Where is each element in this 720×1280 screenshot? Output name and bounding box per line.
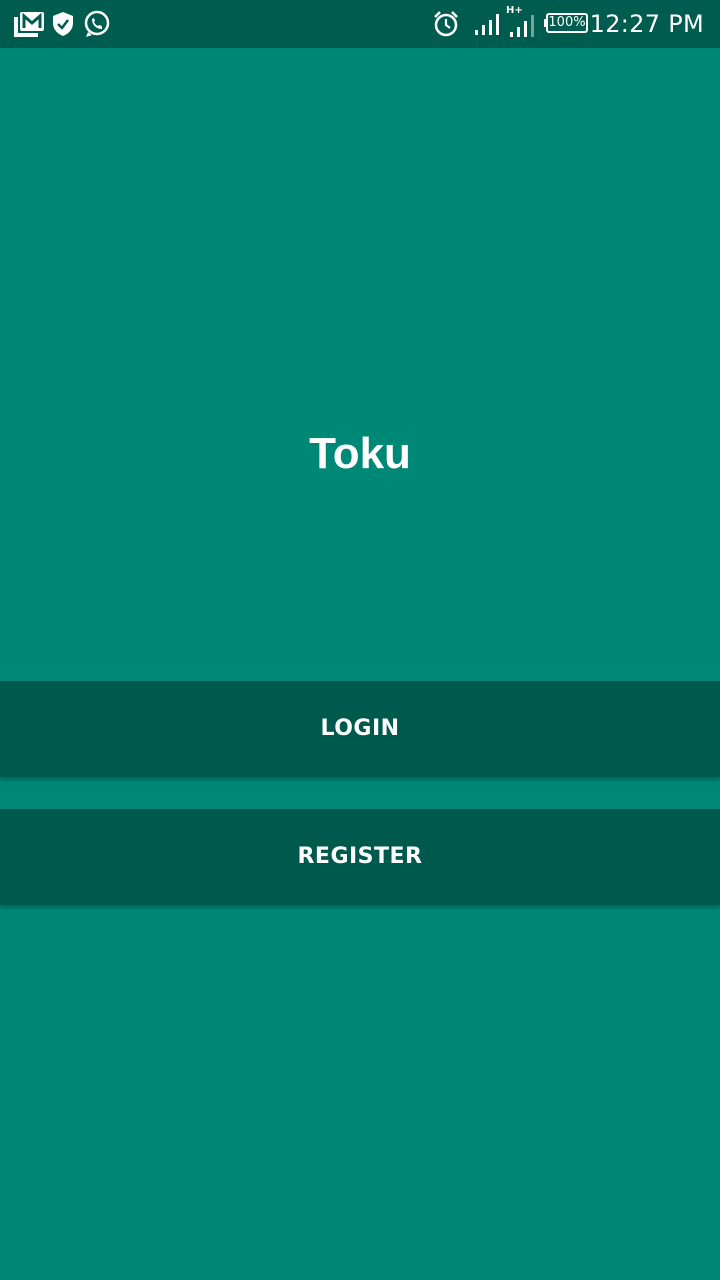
- battery-level: 100%: [546, 13, 588, 33]
- signal-h-plus-icon: H+: [506, 0, 538, 48]
- register-button[interactable]: REGISTER: [0, 809, 720, 905]
- alarm-icon: [432, 0, 460, 48]
- shield-icon: [52, 0, 74, 48]
- status-time: 12:27 PM: [589, 10, 704, 38]
- status-bar: H+ 100% 12:27 PM: [0, 0, 720, 48]
- gmail-icon: [14, 0, 44, 48]
- network-type-label: H+: [506, 5, 523, 16]
- login-button[interactable]: LOGIN: [0, 681, 720, 777]
- whatsapp-icon: [83, 0, 111, 48]
- app-title: Toku: [309, 429, 411, 478]
- signal-icon: [474, 0, 500, 48]
